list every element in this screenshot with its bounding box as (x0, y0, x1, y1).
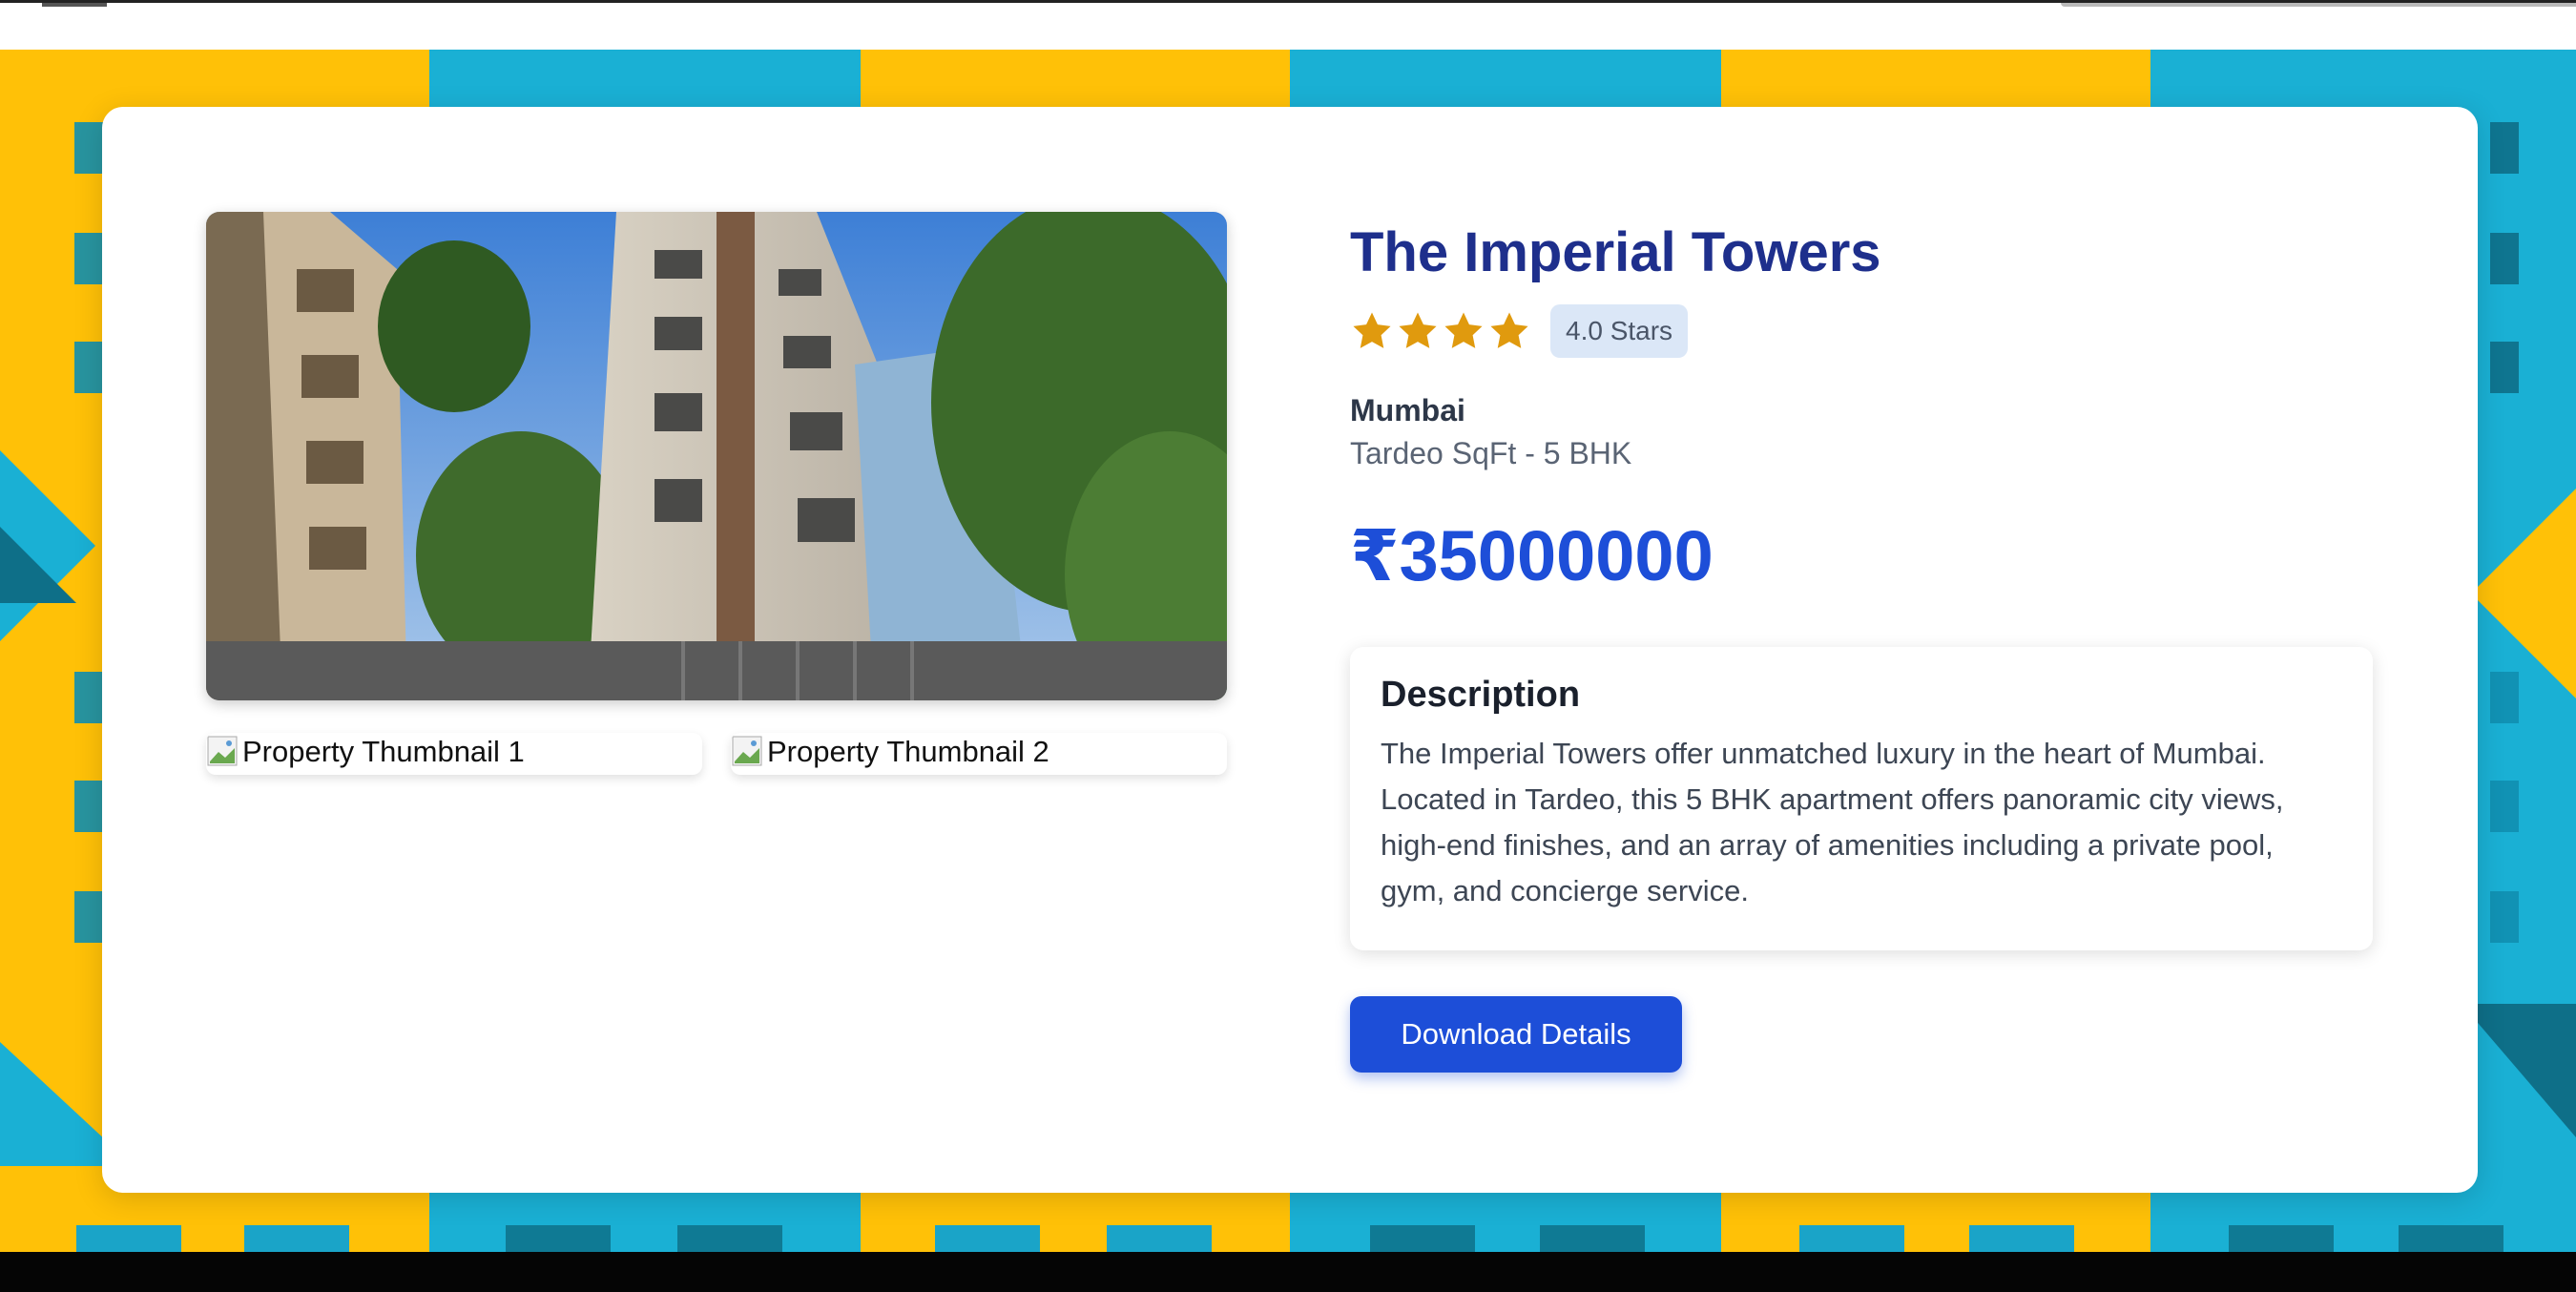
bg-block (244, 1225, 349, 1252)
star-icon (1490, 312, 1528, 348)
bg-triangle (2471, 489, 2576, 698)
bg-block (1799, 1225, 1904, 1252)
bg-block (506, 1225, 611, 1252)
rating-row: 4.0 Stars (1350, 303, 2373, 359)
top-navigation-bar (0, 0, 2576, 50)
broken-image-icon (207, 736, 238, 766)
bg-block (1370, 1225, 1475, 1252)
bg-block (76, 1225, 181, 1252)
property-subtitle: Tardeo SqFt - 5 BHK (1350, 436, 1632, 470)
property-thumbnail-1[interactable]: Property Thumbnail 1 (206, 733, 702, 775)
bg-square (74, 781, 103, 832)
bg-block (1540, 1225, 1645, 1252)
bg-square (74, 233, 103, 284)
description-text: The Imperial Towers offer unmatched luxu… (1381, 737, 2284, 907)
description-box: Description The Imperial Towers offer un… (1350, 647, 2373, 950)
thumbnail-alt-text: Property Thumbnail 2 (767, 735, 1049, 768)
bg-block (2399, 1225, 2503, 1252)
property-gallery: Property Thumbnail 1 Property Thumbnail … (206, 212, 1227, 775)
star-rating (1350, 309, 1531, 353)
bg-block (2229, 1225, 2334, 1252)
property-info: The Imperial Towers 4.0 Stars Mumbai Tar… (1350, 212, 2373, 1073)
description-heading: Description (1381, 675, 1581, 715)
thumbnail-row: Property Thumbnail 1 Property Thumbnail … (206, 733, 1227, 775)
bg-triangle (2462, 1004, 2576, 1137)
bottom-bar (0, 1252, 2576, 1292)
bg-square (74, 342, 103, 393)
bg-block (1107, 1225, 1212, 1252)
download-details-button[interactable]: Download Details (1350, 996, 1682, 1073)
bg-square (2490, 781, 2519, 832)
search-bar-fragment (2061, 3, 2576, 7)
bg-square (74, 122, 103, 174)
rating-badge: 4.0 Stars (1550, 304, 1689, 358)
property-title: The Imperial Towers (1350, 221, 1881, 283)
main-property-photo[interactable] (206, 212, 1227, 700)
thumbnail-alt-text: Property Thumbnail 1 (242, 735, 525, 768)
star-icon (1353, 312, 1391, 348)
star-icon (1444, 312, 1483, 348)
bg-square (2490, 233, 2519, 284)
property-card: Property Thumbnail 1 Property Thumbnail … (102, 107, 2478, 1193)
property-thumbnail-2[interactable]: Property Thumbnail 2 (731, 733, 1227, 775)
property-city: Mumbai (1350, 393, 1465, 427)
logo-fragment (42, 3, 107, 7)
bg-block (935, 1225, 1040, 1252)
bg-square (2490, 342, 2519, 393)
bg-square (2490, 122, 2519, 174)
bg-block (677, 1225, 782, 1252)
broken-image-icon (732, 736, 762, 766)
bg-triangle (0, 527, 76, 603)
bg-square (2490, 891, 2519, 943)
star-icon (1399, 312, 1437, 348)
bg-square (74, 672, 103, 723)
bg-square (74, 891, 103, 943)
bg-block (1969, 1225, 2074, 1252)
property-price: ₹35000000 (1350, 516, 1714, 595)
